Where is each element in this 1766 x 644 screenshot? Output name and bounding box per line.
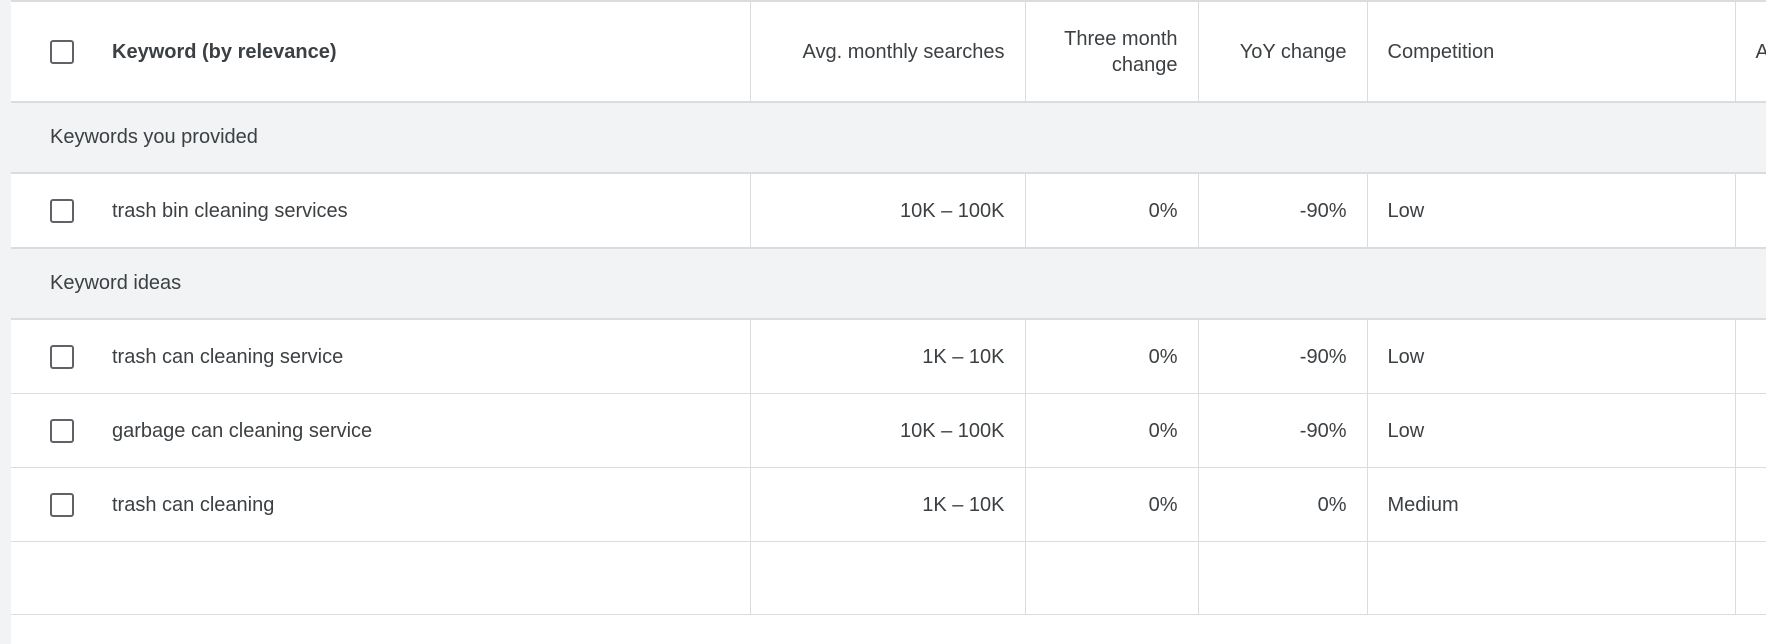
keyword-label: trash can cleaning service <box>112 344 343 370</box>
keyword-cell-inner: trash can cleaning <box>11 468 750 541</box>
keyword-header-inner: Keyword (by relevance) <box>11 2 750 101</box>
cell-three-month-change: 0% <box>1025 173 1198 248</box>
section-header-label: Keyword ideas <box>11 248 1766 319</box>
cell-truncated <box>1735 319 1766 394</box>
table-row[interactable]: garbage can cleaning service 10K – 100K … <box>11 394 1766 468</box>
keyword-cell-inner: trash bin cleaning services <box>11 174 750 247</box>
cell-competition: Low <box>1367 173 1735 248</box>
column-header-three-month-change[interactable]: Three month change <box>1025 1 1198 102</box>
column-header-competition[interactable]: Competition <box>1367 1 1735 102</box>
row-select-checkbox[interactable] <box>50 345 74 369</box>
cell-three-month-change <box>1025 542 1198 615</box>
cell-keyword: trash can cleaning <box>11 468 750 542</box>
cell-yoy-change <box>1198 542 1367 615</box>
keyword-cell-inner: garbage can cleaning service <box>11 394 750 467</box>
section-header-row: Keyword ideas <box>11 248 1766 319</box>
section-header-label: Keywords you provided <box>11 102 1766 173</box>
cell-truncated <box>1735 542 1766 615</box>
cell-avg-monthly-searches: 10K – 100K <box>750 394 1025 468</box>
table-header-row: Keyword (by relevance) Avg. monthly sear… <box>11 1 1766 102</box>
table-row[interactable]: trash can cleaning service 1K – 10K 0% -… <box>11 319 1766 394</box>
cell-keyword: trash bin cleaning services <box>11 173 750 248</box>
column-header-keyword[interactable]: Keyword (by relevance) <box>11 1 750 102</box>
cell-three-month-change: 0% <box>1025 319 1198 394</box>
table-row[interactable]: trash can cleaning 1K – 10K 0% 0% Medium <box>11 468 1766 542</box>
table-row[interactable]: trash bin cleaning services 10K – 100K 0… <box>11 173 1766 248</box>
cell-avg-monthly-searches: 10K – 100K <box>750 173 1025 248</box>
column-header-yoy-change[interactable]: YoY change <box>1198 1 1367 102</box>
select-all-checkbox[interactable] <box>50 40 74 64</box>
row-select-checkbox[interactable] <box>50 199 74 223</box>
cell-truncated <box>1735 468 1766 542</box>
keyword-label: trash bin cleaning services <box>112 198 348 224</box>
table-body: Keywords you provided trash bin cleaning… <box>11 102 1766 615</box>
table-row-partial[interactable] <box>11 542 1766 615</box>
column-header-keyword-label: Keyword (by relevance) <box>112 39 337 65</box>
cell-truncated <box>1735 173 1766 248</box>
cell-competition: Medium <box>1367 468 1735 542</box>
cell-keyword: garbage can cleaning service <box>11 394 750 468</box>
cell-competition: Low <box>1367 394 1735 468</box>
cell-yoy-change: -90% <box>1198 319 1367 394</box>
keyword-cell-inner: trash can cleaning service <box>11 320 750 393</box>
cell-avg-monthly-searches: 1K – 10K <box>750 468 1025 542</box>
cell-three-month-change: 0% <box>1025 394 1198 468</box>
table-header: Keyword (by relevance) Avg. monthly sear… <box>11 1 1766 102</box>
cell-three-month-change: 0% <box>1025 468 1198 542</box>
cell-keyword: trash can cleaning service <box>11 319 750 394</box>
keyword-table-container: Keyword (by relevance) Avg. monthly sear… <box>11 0 1766 644</box>
cell-yoy-change: -90% <box>1198 173 1367 248</box>
column-header-truncated[interactable]: A <box>1735 1 1766 102</box>
row-select-checkbox[interactable] <box>50 493 74 517</box>
cell-yoy-change: 0% <box>1198 468 1367 542</box>
keyword-label: garbage can cleaning service <box>112 418 372 444</box>
keyword-planner-table: Keyword (by relevance) Avg. monthly sear… <box>11 0 1766 615</box>
row-select-checkbox[interactable] <box>50 419 74 443</box>
cell-avg-monthly-searches: 1K – 10K <box>750 319 1025 394</box>
cell-competition: Low <box>1367 319 1735 394</box>
column-header-avg-monthly-searches[interactable]: Avg. monthly searches <box>750 1 1025 102</box>
section-header-row: Keywords you provided <box>11 102 1766 173</box>
cell-competition <box>1367 542 1735 615</box>
cell-truncated <box>1735 394 1766 468</box>
cell-keyword <box>11 542 750 615</box>
cell-avg-monthly-searches <box>750 542 1025 615</box>
keyword-label: trash can cleaning <box>112 492 274 518</box>
cell-yoy-change: -90% <box>1198 394 1367 468</box>
